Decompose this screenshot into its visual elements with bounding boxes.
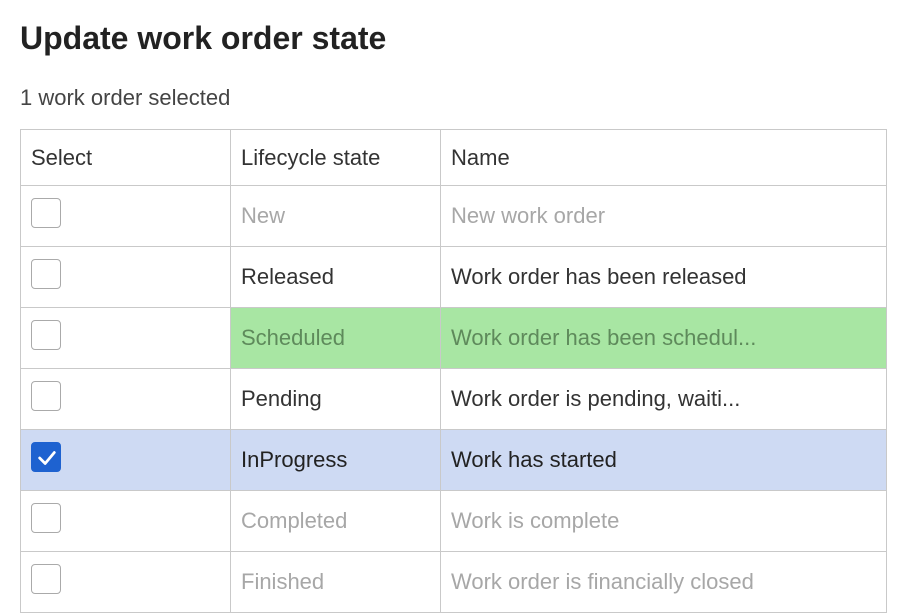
select-checkbox[interactable] [31, 320, 61, 350]
select-cell [21, 369, 231, 430]
select-checkbox[interactable] [31, 198, 61, 228]
col-header-name: Name [441, 130, 887, 186]
table-row[interactable]: NewNew work order [21, 186, 887, 247]
select-cell [21, 186, 231, 247]
select-checkbox[interactable] [31, 381, 61, 411]
table-row[interactable]: FinishedWork order is financially closed [21, 552, 887, 613]
lifecycle-state-cell: Scheduled [231, 308, 441, 369]
lifecycle-state-table: Select Lifecycle state Name NewNew work … [20, 129, 887, 613]
lifecycle-state-cell: Completed [231, 491, 441, 552]
select-checkbox[interactable] [31, 564, 61, 594]
select-cell [21, 247, 231, 308]
select-cell [21, 491, 231, 552]
state-name-cell: Work order has been released [441, 247, 887, 308]
state-name-cell: Work is complete [441, 491, 887, 552]
state-name-cell: New work order [441, 186, 887, 247]
table-row[interactable]: ScheduledWork order has been schedul... [21, 308, 887, 369]
lifecycle-state-cell: Released [231, 247, 441, 308]
select-cell [21, 552, 231, 613]
select-checkbox[interactable] [31, 259, 61, 289]
page-title: Update work order state [20, 20, 888, 57]
table-row[interactable]: ReleasedWork order has been released [21, 247, 887, 308]
col-header-select: Select [21, 130, 231, 186]
lifecycle-state-cell: Pending [231, 369, 441, 430]
select-cell [21, 430, 231, 491]
lifecycle-state-cell: New [231, 186, 441, 247]
col-header-lifecycle: Lifecycle state [231, 130, 441, 186]
selection-count: 1 work order selected [20, 85, 888, 111]
table-row[interactable]: CompletedWork is complete [21, 491, 887, 552]
state-name-cell: Work order has been schedul... [441, 308, 887, 369]
select-checkbox[interactable] [31, 442, 61, 472]
state-name-cell: Work has started [441, 430, 887, 491]
table-header-row: Select Lifecycle state Name [21, 130, 887, 186]
lifecycle-state-cell: Finished [231, 552, 441, 613]
lifecycle-state-cell: InProgress [231, 430, 441, 491]
state-name-cell: Work order is financially closed [441, 552, 887, 613]
table-row[interactable]: PendingWork order is pending, waiti... [21, 369, 887, 430]
select-cell [21, 308, 231, 369]
table-row[interactable]: InProgressWork has started [21, 430, 887, 491]
select-checkbox[interactable] [31, 503, 61, 533]
state-name-cell: Work order is pending, waiti... [441, 369, 887, 430]
check-icon [36, 447, 58, 469]
